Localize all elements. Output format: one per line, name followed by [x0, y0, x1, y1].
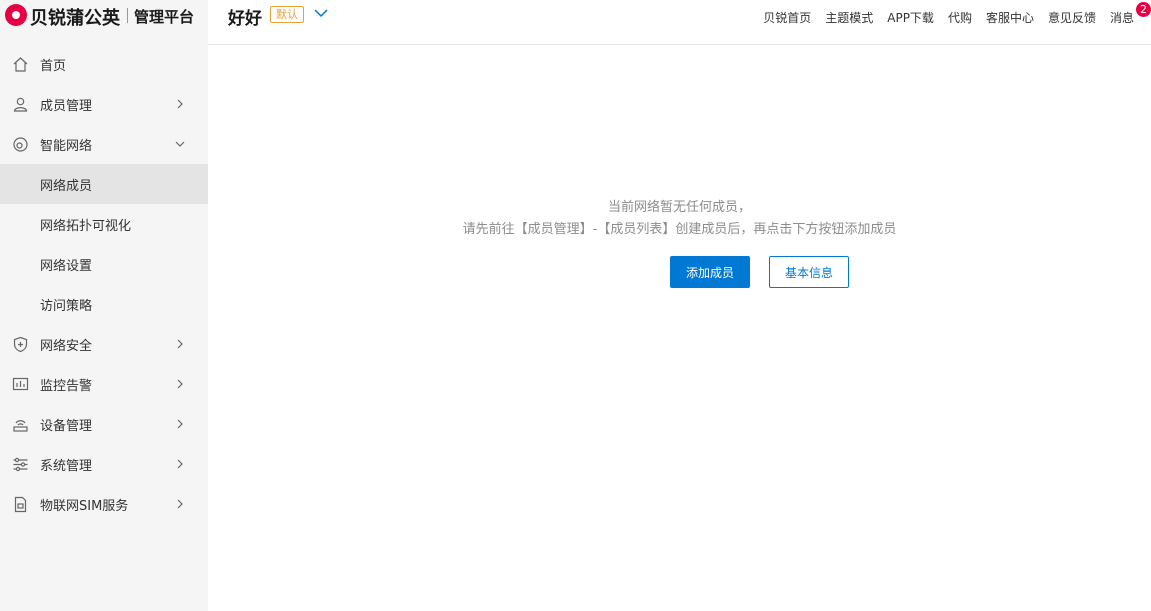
empty-hint: 请先前往【成员管理】-【成员列表】创建成员后，再点击下方按钮添加成员 [462, 222, 897, 237]
message-count-badge: 2 [1136, 2, 1151, 17]
sidebar-item-label: 访问策略 [40, 298, 93, 314]
link-feedback[interactable]: 意见反馈 [1048, 9, 1096, 26]
sidebar-item-device-management[interactable]: 设备管理 [0, 404, 208, 444]
sidebar-item-label: 网络设置 [40, 258, 93, 274]
sidebar-item-network-security[interactable]: 网络安全 [0, 324, 208, 364]
link-purchase[interactable]: 代购 [948, 9, 972, 26]
top-bar: 好好 默认 贝锐首页 主题模式 APP下载 代购 客服中心 意见反馈 消息 2 [208, 0, 1151, 45]
chevron-right-icon [177, 99, 183, 109]
brand[interactable]: 贝锐蒲公英 管理平台 [0, 0, 208, 30]
messages-label: 消息 [1109, 11, 1134, 25]
brand-subtitle: 管理平台 [134, 8, 195, 26]
router-icon [12, 416, 29, 433]
sidebar-item-smart-network[interactable]: 智能网络 [0, 124, 208, 164]
sidebar-item-label: 首页 [40, 58, 67, 74]
basic-info-button[interactable]: 基本信息 [769, 256, 849, 288]
sidebar-item-label: 成员管理 [40, 98, 93, 114]
chevron-down-icon[interactable] [314, 8, 328, 18]
chevron-right-icon [177, 459, 183, 469]
sidebar-item-label: 智能网络 [40, 138, 93, 154]
link-messages[interactable]: 消息 2 [1109, 2, 1151, 26]
sidebar-item-label: 系统管理 [40, 458, 93, 474]
add-member-button[interactable]: 添加成员 [670, 256, 750, 288]
sidebar-item-label: 物联网SIM服务 [40, 498, 129, 514]
shield-icon [12, 336, 29, 353]
empty-state: 当前网络暂无任何成员， 请先前往【成员管理】-【成员列表】创建成员后，再点击下方… [208, 46, 1151, 611]
chevron-right-icon [177, 499, 183, 509]
sidebar-item-label: 设备管理 [40, 418, 93, 434]
empty-message: 当前网络暂无任何成员， [607, 200, 751, 215]
sidebar-item-label: 网络安全 [40, 338, 93, 354]
chevron-right-icon [177, 339, 183, 349]
sidebar-nav: 首页 成员管理 智能网络 网络成员 网络拓扑可视化 网络设置 访问策略 网络安全… [0, 44, 208, 524]
sidebar-item-label: 监控告警 [40, 378, 93, 394]
sidebar-item-members[interactable]: 成员管理 [0, 84, 208, 124]
brand-name: 贝锐蒲公英 [30, 8, 120, 29]
sidebar-item-label: 网络拓扑可视化 [40, 218, 132, 234]
top-links: 贝锐首页 主题模式 APP下载 代购 客服中心 意见反馈 消息 2 [763, 2, 1151, 26]
user-icon [12, 96, 29, 113]
sidebar-item-access-policy[interactable]: 访问策略 [0, 284, 208, 324]
link-theme-mode[interactable]: 主题模式 [825, 9, 873, 26]
link-home[interactable]: 贝锐首页 [763, 9, 811, 26]
network-name[interactable]: 好好 [228, 4, 262, 29]
brand-divider [127, 8, 128, 23]
sidebar-item-home[interactable]: 首页 [0, 44, 208, 84]
sidebar-item-network-topology[interactable]: 网络拓扑可视化 [0, 204, 208, 244]
network-icon [12, 136, 29, 153]
chevron-right-icon [177, 379, 183, 389]
link-support-center[interactable]: 客服中心 [986, 9, 1034, 26]
sidebar-item-network-members[interactable]: 网络成员 [0, 164, 208, 204]
sidebar-item-iot-sim[interactable]: 物联网SIM服务 [0, 484, 208, 524]
brand-logo-icon [5, 4, 27, 26]
sim-card-icon [12, 496, 29, 513]
monitor-icon [12, 376, 29, 393]
sidebar: 贝锐蒲公英 管理平台 首页 成员管理 智能网络 网络成员 网络拓扑可视化 网络设… [0, 0, 208, 611]
sidebar-item-monitoring[interactable]: 监控告警 [0, 364, 208, 404]
link-app-download[interactable]: APP下载 [887, 9, 934, 26]
sidebar-item-system-management[interactable]: 系统管理 [0, 444, 208, 484]
chevron-right-icon [177, 419, 183, 429]
sidebar-item-network-settings[interactable]: 网络设置 [0, 244, 208, 284]
settings-sliders-icon [12, 456, 29, 473]
home-icon [12, 56, 29, 73]
sidebar-item-label: 网络成员 [40, 178, 93, 194]
default-badge: 默认 [270, 6, 304, 23]
chevron-down-icon [175, 141, 185, 147]
